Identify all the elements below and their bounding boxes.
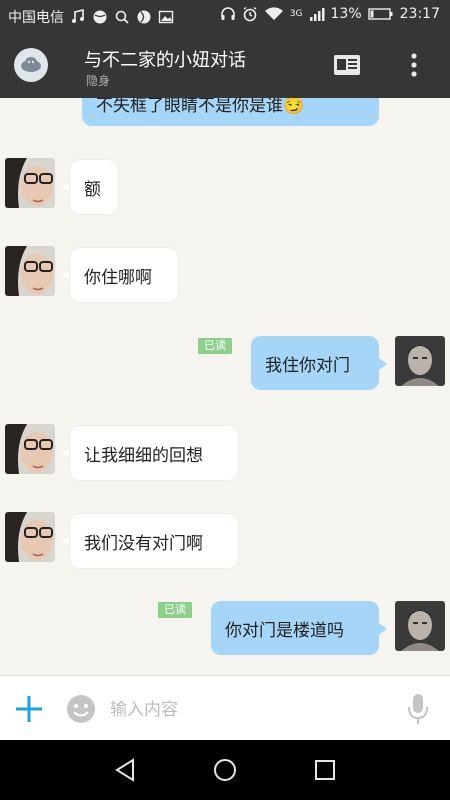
message-input[interactable] <box>108 692 392 728</box>
battery-percent: 13% <box>330 6 362 22</box>
girl-photo-icon <box>5 158 55 208</box>
bubble-tail <box>379 623 387 635</box>
clock: 23:17 <box>399 6 440 22</box>
signal-icon <box>309 8 325 21</box>
read-receipt-badge: 已读 <box>198 338 232 354</box>
message-text: 我住你对门 <box>265 355 350 376</box>
my-avatar[interactable] <box>395 336 445 386</box>
emoji-icon[interactable] <box>66 694 96 724</box>
message-bubble-out[interactable]: 不失框了眼睛不是你是谁😏 <box>82 98 379 126</box>
alarm-icon <box>243 6 257 22</box>
contact-avatar[interactable] <box>5 246 55 296</box>
contact-avatar[interactable] <box>5 512 55 562</box>
bubble-tail <box>62 535 70 547</box>
battery-icon <box>367 8 393 20</box>
message-text: 不失框了眼睛不是你是谁😏 <box>96 98 305 116</box>
page-title: 与不二家的小妞对话 <box>84 50 246 71</box>
my-avatar[interactable] <box>395 601 445 651</box>
bubble-tail <box>62 447 70 459</box>
recent-apps-square-icon[interactable] <box>311 756 339 784</box>
contact-avatar-button[interactable] <box>14 48 48 82</box>
read-receipt-badge: 已读 <box>158 602 192 618</box>
more-menu-icon[interactable] <box>408 52 420 78</box>
presence-status: 隐身 <box>86 74 111 88</box>
message-text: 让我细细的回想 <box>84 445 203 466</box>
system-nav-bar <box>0 740 450 800</box>
girl-photo-icon <box>5 512 55 562</box>
status-left: 中国电信 <box>8 7 174 27</box>
message-text: 你对门是楼道吗 <box>225 620 344 641</box>
message-bubble-in[interactable]: 额 <box>70 160 118 214</box>
search-icon <box>115 10 129 24</box>
ball-icon <box>93 10 107 24</box>
music-icon <box>72 9 84 23</box>
carrier-label: 中国电信 <box>8 10 64 26</box>
bubble-tail <box>62 269 70 281</box>
man-photo-icon <box>395 336 445 386</box>
message-bubble-out[interactable]: 你对门是楼道吗 <box>211 601 379 655</box>
composer-bar <box>0 675 450 741</box>
home-circle-icon[interactable] <box>211 756 239 784</box>
chat-header: 与不二家的小妞对话 隐身 <box>0 32 450 98</box>
man-photo-icon <box>395 601 445 651</box>
message-list[interactable]: 不失框了眼睛不是你是谁😏 额 你住哪啊 已读 我住你对门 让我细细的回想 我们没… <box>0 98 450 675</box>
network-type: 3G <box>289 8 303 19</box>
message-text: 额 <box>84 179 101 200</box>
contact-avatar[interactable] <box>5 424 55 474</box>
status-bar: 中国电信 3G 13% 23:17 <box>0 0 450 32</box>
microphone-icon[interactable] <box>407 692 429 726</box>
message-text: 你住哪啊 <box>84 267 152 288</box>
profile-card-icon[interactable] <box>333 54 361 76</box>
message-bubble-in[interactable]: 你住哪啊 <box>70 248 178 302</box>
back-triangle-icon[interactable] <box>111 756 139 784</box>
message-bubble-in[interactable]: 我们没有对门啊 <box>70 514 238 568</box>
plus-icon[interactable] <box>14 694 44 724</box>
bubble-tail <box>379 358 387 370</box>
message-text: 我们没有对门啊 <box>84 533 203 554</box>
image-icon <box>158 10 174 24</box>
contact-avatar[interactable] <box>5 158 55 208</box>
status-right: 3G 13% 23:17 <box>220 6 440 22</box>
message-bubble-in[interactable]: 让我细细的回想 <box>70 426 238 480</box>
wifi-icon <box>264 7 283 20</box>
message-bubble-out[interactable]: 我住你对门 <box>251 336 379 390</box>
headphones-icon <box>221 7 235 20</box>
bubble-tail <box>62 181 70 193</box>
globe-icon <box>137 10 151 24</box>
girl-photo-icon <box>5 424 55 474</box>
girl-photo-icon <box>5 246 55 296</box>
ghost-icon <box>21 57 41 72</box>
